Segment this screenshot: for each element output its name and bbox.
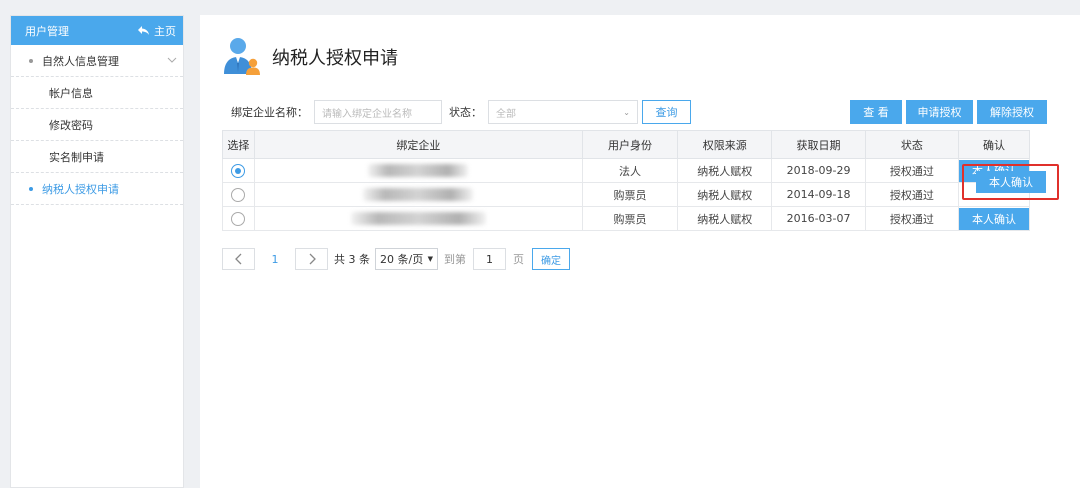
sidebar-item-label: 纳税人授权申请 bbox=[42, 182, 119, 196]
sidebar-item-taxpayer-auth[interactable]: 纳税人授权申请 bbox=[11, 173, 183, 205]
sidebar-item-label: 实名制申请 bbox=[49, 150, 104, 164]
date-cell: 2018-09-29 bbox=[771, 158, 866, 183]
status-select[interactable]: 全部 ⌄ bbox=[488, 100, 638, 124]
row-radio[interactable] bbox=[231, 187, 246, 202]
goto-page-input[interactable]: 1 bbox=[473, 248, 506, 270]
table-header-row: 选择 绑定企业 用户身份 权限来源 获取日期 状态 确认 bbox=[222, 130, 1031, 159]
sidebar-header: 用户管理 主页 bbox=[11, 16, 183, 45]
bullet-icon bbox=[29, 186, 33, 191]
redacted-company bbox=[368, 164, 469, 178]
self-confirm-button[interactable]: 本人确认 bbox=[958, 207, 1029, 230]
caret-down-icon: ▼ bbox=[427, 255, 433, 263]
apply-auth-button[interactable]: 申请授权 bbox=[906, 100, 973, 124]
col-company: 绑定企业 bbox=[253, 130, 583, 159]
col-identity: 用户身份 bbox=[581, 130, 679, 159]
col-source: 权限来源 bbox=[677, 130, 773, 159]
main-panel: 纳税人授权申请 绑定企业名称： 请输入绑定企业名称 状态： 全部 ⌄ 查询 查 … bbox=[200, 15, 1080, 488]
company-cell bbox=[253, 182, 583, 207]
page-size-select[interactable]: 20 条/页 ▼ bbox=[375, 248, 438, 270]
filter-bar: 绑定企业名称： 请输入绑定企业名称 状态： 全部 ⌄ 查询 bbox=[231, 100, 691, 124]
source-cell: 纳税人赋权 bbox=[677, 158, 773, 183]
date-cell: 2014-09-18 bbox=[771, 182, 866, 207]
redacted-company bbox=[363, 188, 474, 202]
redacted-company bbox=[350, 212, 486, 226]
sidebar-item-label: 帐户信息 bbox=[49, 86, 93, 100]
table-row: 购票员 纳税人赋权 2016-03-07 授权通过 本人确认 bbox=[222, 206, 1031, 231]
status-cell: 授权通过 bbox=[864, 206, 959, 231]
date-cell: 2016-03-07 bbox=[771, 206, 866, 231]
total-count: 共 3 条 bbox=[334, 253, 370, 266]
sidebar-item-label: 自然人信息管理 bbox=[42, 54, 119, 68]
home-link[interactable]: 主页 bbox=[137, 23, 176, 39]
caret-down-icon: ⌄ bbox=[623, 107, 630, 117]
source-cell: 纳税人赋权 bbox=[677, 182, 773, 207]
sidebar-item-label: 修改密码 bbox=[49, 118, 93, 132]
col-select: 选择 bbox=[222, 130, 255, 159]
revoke-auth-button[interactable]: 解除授权 bbox=[977, 100, 1047, 124]
source-cell: 纳税人赋权 bbox=[677, 206, 773, 231]
goto-confirm-button[interactable]: 确定 bbox=[532, 248, 570, 270]
table-row: 法人 纳税人赋权 2018-09-29 授权通过 本人确认 bbox=[222, 158, 1031, 183]
goto-page-value: 1 bbox=[486, 252, 493, 266]
page-suffix: 页 bbox=[513, 253, 524, 266]
chevron-down-icon bbox=[167, 57, 177, 63]
confirm-cell bbox=[957, 182, 1031, 207]
chevron-right-icon bbox=[309, 253, 316, 265]
goto-label: 到第 bbox=[444, 253, 466, 266]
company-cell bbox=[253, 158, 583, 183]
next-page-button[interactable] bbox=[295, 248, 328, 270]
confirm-cell: 本人确认 bbox=[957, 158, 1031, 183]
chevron-left-icon bbox=[234, 253, 241, 265]
col-date: 获取日期 bbox=[771, 130, 866, 159]
sidebar-item-real-name[interactable]: 实名制申请 bbox=[11, 141, 183, 173]
row-select-cell bbox=[222, 158, 255, 183]
current-page[interactable]: 1 bbox=[255, 253, 295, 266]
action-buttons: 查 看 申请授权 解除授权 bbox=[850, 100, 1047, 124]
col-status: 状态 bbox=[864, 130, 959, 159]
home-label: 主页 bbox=[154, 24, 176, 38]
status-cell: 授权通过 bbox=[864, 182, 959, 207]
status-cell: 授权通过 bbox=[864, 158, 959, 183]
sidebar-item-change-password[interactable]: 修改密码 bbox=[11, 109, 183, 141]
back-arrow-icon bbox=[138, 26, 149, 35]
search-button[interactable]: 查询 bbox=[642, 100, 691, 124]
user-avatar-icon bbox=[224, 38, 260, 75]
row-radio[interactable] bbox=[231, 211, 246, 226]
row-radio[interactable] bbox=[231, 163, 246, 178]
sidebar: 用户管理 主页 自然人信息管理 帐户信息 修改密码 实名制申请 纳税人授权申请 bbox=[10, 15, 184, 488]
company-cell bbox=[253, 206, 583, 231]
company-placeholder: 请输入绑定企业名称 bbox=[322, 108, 412, 120]
page-title: 纳税人授权申请 bbox=[272, 48, 398, 69]
sidebar-item-account-info[interactable]: 帐户信息 bbox=[11, 77, 183, 109]
auth-table: 选择 绑定企业 用户身份 权限来源 获取日期 状态 确认 法人 纳税人赋权 20… bbox=[222, 130, 1031, 231]
status-label: 状态： bbox=[449, 106, 482, 119]
status-select-value: 全部 bbox=[496, 108, 516, 120]
view-button[interactable]: 查 看 bbox=[850, 100, 902, 124]
sidebar-title: 用户管理 bbox=[25, 24, 69, 38]
page-size-value: 20 条/页 bbox=[380, 253, 424, 266]
prev-page-button[interactable] bbox=[222, 248, 255, 270]
confirm-cell: 本人确认 bbox=[957, 206, 1031, 231]
row-select-cell bbox=[222, 182, 255, 207]
self-confirm-button[interactable]: 本人确认 bbox=[958, 159, 1029, 182]
company-label: 绑定企业名称： bbox=[231, 106, 308, 119]
identity-cell: 法人 bbox=[581, 158, 679, 183]
sidebar-item-natural-person[interactable]: 自然人信息管理 bbox=[11, 45, 183, 77]
row-select-cell bbox=[222, 206, 255, 231]
table-row: 购票员 纳税人赋权 2014-09-18 授权通过 bbox=[222, 182, 1031, 207]
identity-cell: 购票员 bbox=[581, 182, 679, 207]
bullet-icon bbox=[29, 58, 33, 63]
company-search-input[interactable]: 请输入绑定企业名称 bbox=[314, 100, 442, 124]
pagination: 1 共 3 条 20 条/页 ▼ 到第 1 页 确定 bbox=[222, 248, 570, 270]
identity-cell: 购票员 bbox=[581, 206, 679, 231]
col-confirm: 确认 bbox=[957, 130, 1031, 159]
page-header: 纳税人授权申请 bbox=[222, 36, 398, 76]
